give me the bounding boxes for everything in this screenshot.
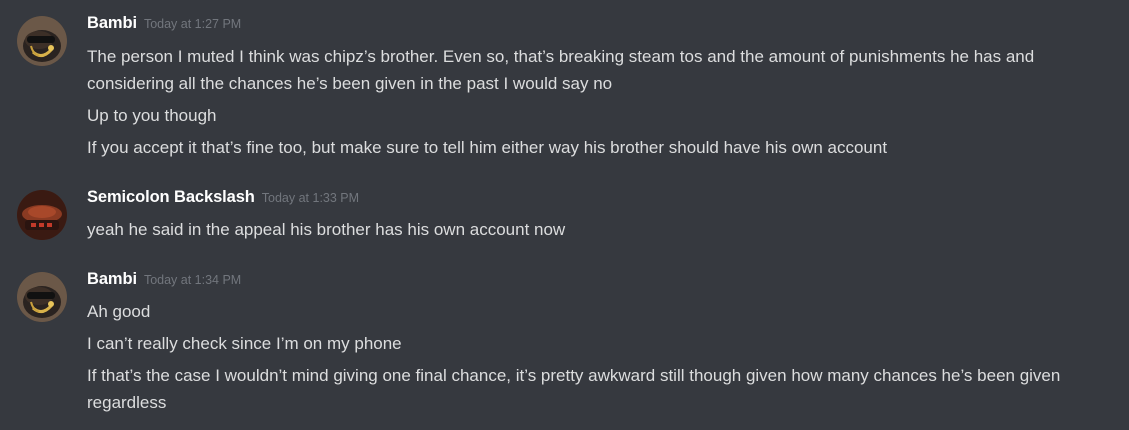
message-text: I can’t really check since I’m on my pho… (87, 334, 402, 353)
message-content: The person I muted I think was chipz’s b… (87, 43, 1112, 166)
message-text: yeah he said in the appeal his brother h… (87, 220, 566, 239)
message-header: Bambi Today at 1:27 PM (87, 14, 241, 40)
message-header: Bambi Today at 1:34 PM (87, 270, 241, 296)
timestamp[interactable]: Today at 1:27 PM (144, 17, 241, 31)
semicolon-avatar-icon (17, 190, 67, 240)
avatar[interactable] (17, 272, 67, 322)
message-text: If you accept it that’s fine too, but ma… (87, 138, 888, 157)
bambi-avatar-icon (17, 16, 67, 66)
message-text: If that’s the case I wouldn’t mind givin… (87, 366, 1061, 412)
message-text: The person I muted I think was chipz’s b… (87, 47, 1035, 93)
message-content: Ah good I can’t really check since I’m o… (87, 298, 1112, 421)
message-text: Ah good (87, 302, 151, 321)
username[interactable]: Semicolon Backslash (87, 188, 255, 206)
avatar[interactable] (17, 190, 67, 240)
message-list: Bambi Today at 1:27 PM The person I muted… (0, 0, 1129, 430)
message-content: yeah he said in the appeal his brother h… (87, 216, 1112, 248)
message-text: Up to you though (87, 106, 217, 125)
avatar[interactable] (17, 16, 67, 66)
timestamp[interactable]: Today at 1:34 PM (144, 273, 241, 287)
bambi-avatar-icon (17, 272, 67, 322)
username[interactable]: Bambi (87, 14, 137, 32)
timestamp[interactable]: Today at 1:33 PM (262, 191, 359, 205)
message-header: Semicolon Backslash Today at 1:33 PM (87, 188, 359, 214)
username[interactable]: Bambi (87, 270, 137, 288)
